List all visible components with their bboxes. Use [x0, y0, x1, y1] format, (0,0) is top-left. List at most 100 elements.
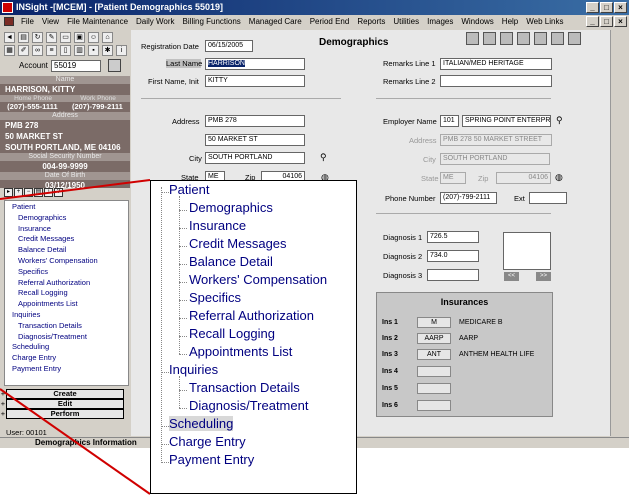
- edit-icon[interactable]: ✐: [18, 45, 29, 56]
- chart-icon[interactable]: ▥: [74, 45, 85, 56]
- network-icon[interactable]: [483, 32, 496, 45]
- tree-collapse-icon[interactable]: −: [24, 188, 33, 197]
- diagnosis-2-input[interactable]: 734.0: [427, 250, 479, 262]
- account-input[interactable]: 55019: [51, 60, 101, 72]
- remarks-2-input[interactable]: [440, 75, 552, 87]
- tree-expand-icon[interactable]: +: [14, 188, 23, 197]
- menu-utilities[interactable]: Utilities: [389, 17, 423, 26]
- tree-item-patient[interactable]: Patient: [9, 202, 128, 213]
- tree-item-payment-entry[interactable]: Payment Entry: [9, 364, 128, 375]
- person-icon[interactable]: ☺: [88, 32, 99, 43]
- info-icon[interactable]: i: [116, 45, 127, 56]
- note-icon[interactable]: [500, 32, 513, 45]
- address-1-input[interactable]: PMB 278: [205, 115, 305, 127]
- lock-icon[interactable]: [517, 32, 530, 45]
- account-lookup-button[interactable]: [108, 59, 121, 72]
- document-icon[interactable]: [4, 17, 14, 26]
- diagnosis-3-input[interactable]: [427, 269, 479, 281]
- tree-item-inquiries[interactable]: Inquiries: [9, 310, 128, 321]
- expand-icon[interactable]: +: [0, 390, 6, 398]
- refresh-icon[interactable]: ↻: [32, 32, 43, 43]
- zoom-tree-item-referral-authorization[interactable]: Referral Authorization: [189, 308, 314, 323]
- zoom-tree-item-diagnosis-treatment[interactable]: Diagnosis/Treatment: [189, 398, 308, 413]
- tree-item-balance-detail[interactable]: Balance Detail: [9, 245, 128, 256]
- zoom-tree-item-balance-detail[interactable]: Balance Detail: [189, 254, 273, 269]
- city-input[interactable]: SOUTH PORTLAND: [205, 152, 305, 164]
- print-icon[interactable]: ▤: [18, 32, 29, 43]
- zoom-tree-item-appointments-list[interactable]: Appointments List: [189, 344, 292, 359]
- tree-item-workers-compensation[interactable]: Workers' Compensation: [9, 256, 128, 267]
- minimize-button[interactable]: _: [586, 2, 599, 13]
- create-button[interactable]: + Create: [1, 389, 124, 399]
- search-icon[interactable]: ⚲: [556, 115, 563, 126]
- tree-item-appointments-list[interactable]: Appointments List: [9, 299, 128, 310]
- doc-maximize-button[interactable]: □: [600, 16, 613, 27]
- abc-icon[interactable]: [551, 32, 564, 45]
- menu-images[interactable]: Images: [423, 17, 457, 26]
- lock-icon[interactable]: ▪: [88, 45, 99, 56]
- zoom-tree-item-specifics[interactable]: Specifics: [189, 290, 241, 305]
- edit-icon[interactable]: [534, 32, 547, 45]
- folder-icon[interactable]: ▣: [74, 32, 85, 43]
- zoom-tree-item-inquiries[interactable]: Inquiries: [169, 362, 218, 377]
- address-2-input[interactable]: 50 MARKET ST: [205, 134, 305, 146]
- next-card-button[interactable]: >>: [536, 272, 551, 281]
- group-icon[interactable]: [466, 32, 479, 45]
- insurance-card-image[interactable]: [503, 232, 551, 270]
- doc-icon[interactable]: ▯: [60, 45, 71, 56]
- edit-button[interactable]: + Edit: [1, 399, 124, 409]
- search-icon[interactable]: ⚲: [320, 152, 327, 163]
- zoom-tree-item-workers-compensation[interactable]: Workers' Compensation: [189, 272, 327, 287]
- zoom-tree-item-demographics[interactable]: Demographics: [189, 200, 273, 215]
- tree-sort-icon[interactable]: ↕: [44, 188, 53, 197]
- menu-help[interactable]: Help: [498, 17, 522, 26]
- maximize-button[interactable]: □: [600, 2, 613, 13]
- doc-minimize-button[interactable]: _: [586, 16, 599, 27]
- card-icon[interactable]: ▭: [60, 32, 71, 43]
- expand-icon[interactable]: +: [0, 410, 6, 418]
- menu-windows[interactable]: Windows: [457, 17, 497, 26]
- tree-item-charge-entry[interactable]: Charge Entry: [9, 353, 128, 364]
- zoom-tree-item-credit-messages[interactable]: Credit Messages: [189, 236, 287, 251]
- employer-code-input[interactable]: 101: [440, 115, 459, 127]
- tree-doc-icon[interactable]: ▤: [34, 188, 43, 197]
- tree-item-recall-logging[interactable]: Recall Logging: [9, 288, 128, 299]
- vertical-scrollbar[interactable]: [610, 30, 622, 436]
- menu-file-maintenance[interactable]: File Maintenance: [63, 17, 132, 26]
- close-button[interactable]: ×: [614, 2, 627, 13]
- prev-card-button[interactable]: <<: [504, 272, 519, 281]
- tree-item-insurance[interactable]: Insurance: [9, 224, 128, 235]
- expand-icon[interactable]: +: [0, 400, 6, 408]
- zoom-tree-item-insurance[interactable]: Insurance: [189, 218, 246, 233]
- list-icon[interactable]: ≡: [46, 45, 57, 56]
- menu-web-links[interactable]: Web Links: [522, 17, 567, 26]
- phone-input[interactable]: (207)-799-2111: [440, 192, 497, 204]
- notepad-icon[interactable]: [568, 32, 581, 45]
- doc-close-button[interactable]: ×: [614, 16, 627, 27]
- menu-period-end[interactable]: Period End: [306, 17, 354, 26]
- back-icon[interactable]: ◄: [4, 32, 15, 43]
- note-icon[interactable]: ✎: [46, 32, 57, 43]
- link-icon[interactable]: ∞: [32, 45, 43, 56]
- registration-date-input[interactable]: 06/15/2005: [205, 40, 253, 52]
- house-icon[interactable]: ⌂: [102, 32, 113, 43]
- menu-file[interactable]: File: [17, 17, 38, 26]
- star-icon[interactable]: ✱: [102, 45, 113, 56]
- calendar-icon[interactable]: ▦: [4, 45, 15, 56]
- zoom-tree-item-patient[interactable]: Patient: [169, 182, 209, 197]
- tree-item-demographics[interactable]: Demographics: [9, 213, 128, 224]
- ext-input[interactable]: [529, 192, 567, 204]
- globe-icon[interactable]: ◍: [555, 172, 563, 183]
- perform-button[interactable]: + Perform: [1, 409, 124, 419]
- menu-billing-functions[interactable]: Billing Functions: [179, 17, 245, 26]
- tree-find-icon[interactable]: ?: [54, 188, 63, 197]
- zoom-tree-item-recall-logging[interactable]: Recall Logging: [189, 326, 275, 341]
- last-name-input[interactable]: HARRISON: [205, 58, 305, 70]
- tree-item-scheduling[interactable]: Scheduling: [9, 342, 128, 353]
- diagnosis-1-input[interactable]: 726.5: [427, 231, 479, 243]
- tree-item-transaction-details[interactable]: Transaction Details: [9, 321, 128, 332]
- remarks-1-input[interactable]: ITALIAN/MED HERITAGE: [440, 58, 552, 70]
- zoom-tree-item-transaction-details[interactable]: Transaction Details: [189, 380, 300, 395]
- tree-item-specifics[interactable]: Specifics: [9, 267, 128, 278]
- tree-icon[interactable]: ▸: [4, 188, 13, 197]
